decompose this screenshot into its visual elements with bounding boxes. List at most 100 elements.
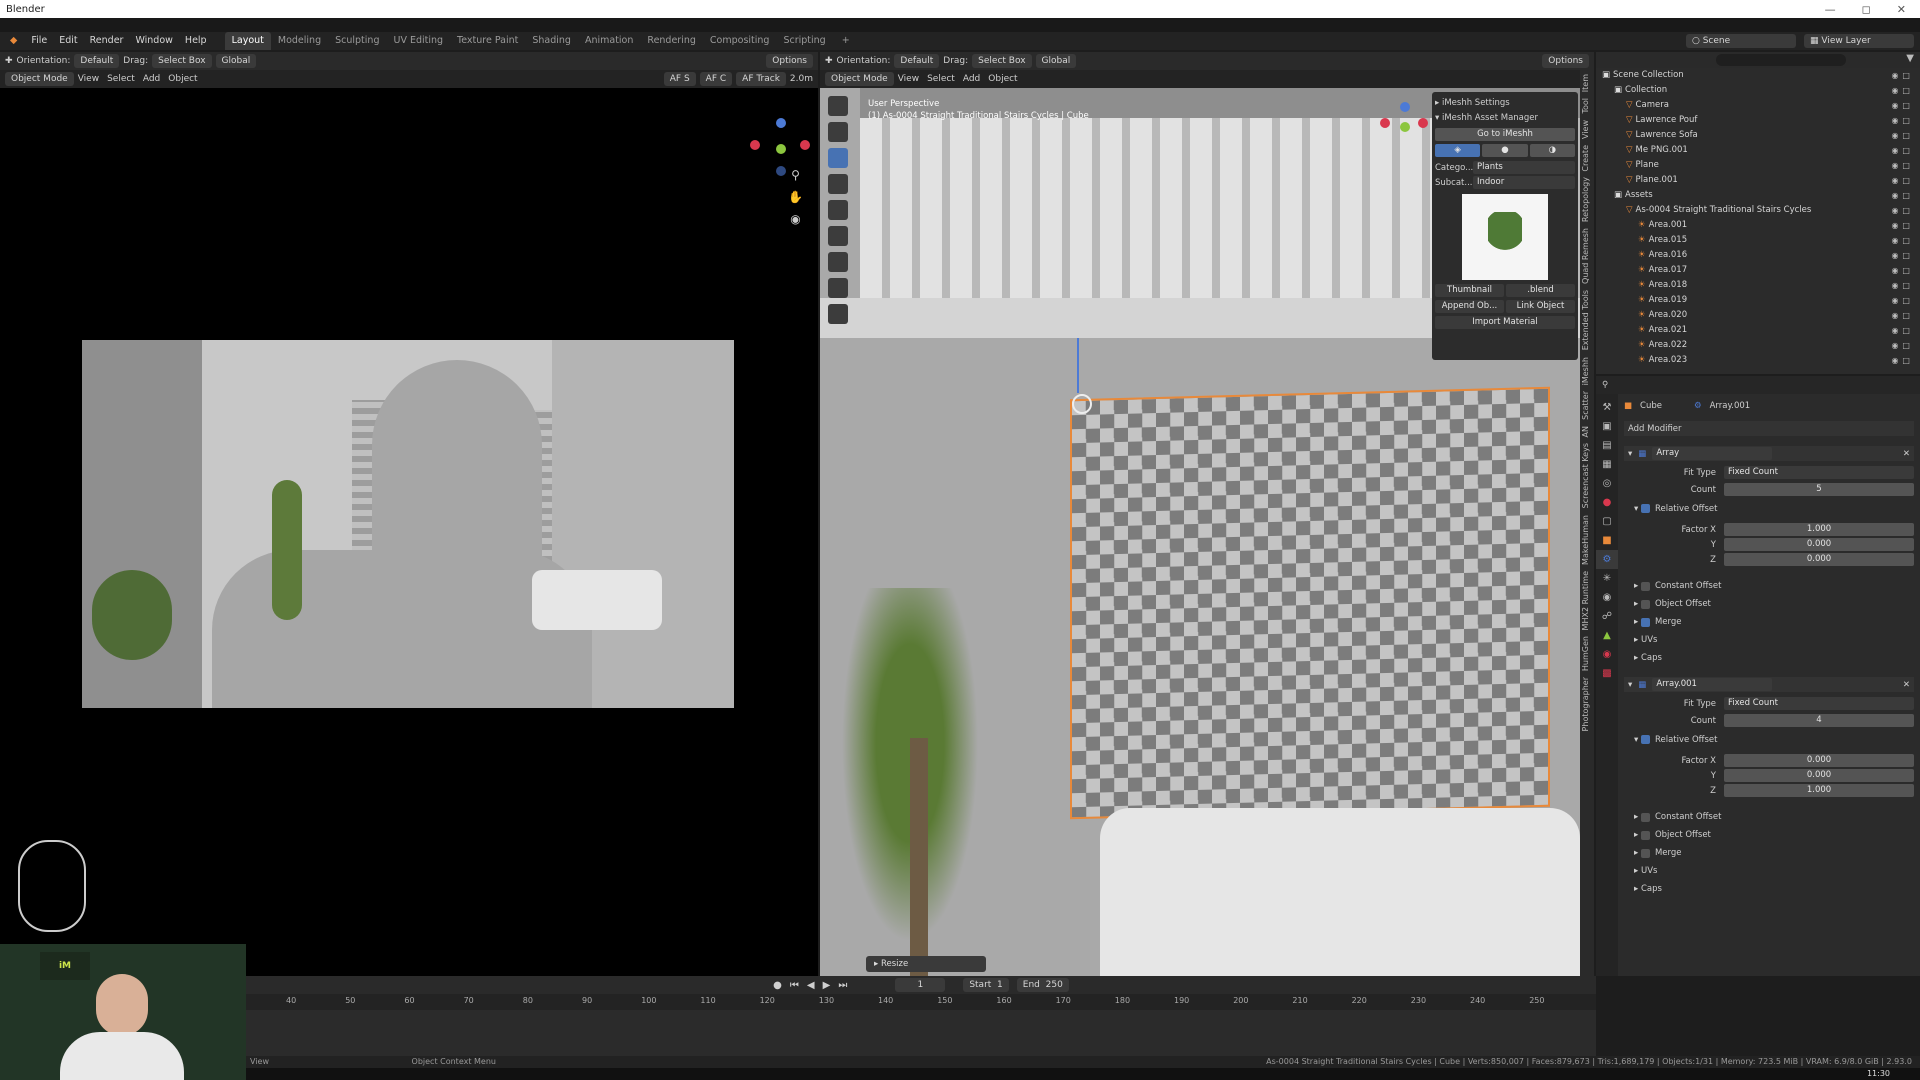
tab-scripting[interactable]: Scripting [776, 32, 832, 50]
gizmo-right-z[interactable] [1400, 102, 1410, 112]
scene-selector[interactable]: ○ Scene [1686, 34, 1796, 48]
particles-tab-icon[interactable]: ✳ [1596, 569, 1618, 588]
visibility-eye-icon[interactable]: ◉□ [1891, 83, 1914, 98]
view-layer-tab-icon[interactable]: ▦ [1596, 455, 1618, 474]
af-track-button[interactable]: AF Track [736, 72, 786, 86]
menu-window[interactable]: Window [129, 32, 178, 50]
tab-sculpting[interactable]: Sculpting [328, 32, 386, 50]
af-c-button[interactable]: AF C [699, 72, 733, 86]
sidebar-tab-retopology[interactable]: Retopology [1581, 177, 1590, 222]
tab-compositing[interactable]: Compositing [703, 32, 777, 50]
close-icon[interactable]: ✕ [1897, 3, 1906, 16]
sidebar-tab-screencast-keys[interactable]: Screencast Keys [1581, 443, 1590, 508]
play-icon[interactable]: ▶ [823, 980, 831, 991]
select-tool-icon[interactable] [828, 96, 848, 116]
expand-icon[interactable]: ▸ [1634, 617, 1641, 627]
import-material-button[interactable]: Import Material [1435, 316, 1575, 329]
subpanel-uvs[interactable]: ▸ UVs [1624, 631, 1914, 649]
outliner-row[interactable]: ▽ Lawrence Pouf ◉□ [1596, 113, 1920, 128]
asset-type-models-icon[interactable]: ◈ [1435, 144, 1481, 157]
transform-icon-right[interactable]: ✚ [825, 56, 833, 66]
move-tool-icon[interactable] [828, 148, 848, 168]
array-cube-wall-panel[interactable] [1070, 386, 1550, 820]
outliner-row[interactable]: ▣ Scene Collection ◉□ [1596, 68, 1920, 83]
tab-rendering[interactable]: Rendering [640, 32, 703, 50]
object-tab-icon[interactable]: ■ [1596, 531, 1618, 550]
blend-button[interactable]: .blend [1506, 284, 1575, 297]
modifier-header[interactable]: ▾ ▦ Array ✕ [1624, 446, 1914, 461]
world-tab-icon[interactable]: ● [1596, 493, 1618, 512]
subpanel-constant-offset[interactable]: ▸ Constant Offset [1624, 808, 1914, 826]
relative-offset-checkbox[interactable] [1640, 504, 1650, 513]
sidebar-tab-view[interactable]: View [1581, 120, 1590, 139]
outliner-row[interactable]: ☀ Area.020 ◉□ [1596, 308, 1920, 323]
operator-redo-panel[interactable]: ▸ Resize [866, 956, 986, 972]
visibility-eye-icon[interactable]: ◉□ [1891, 128, 1914, 143]
visibility-eye-icon[interactable]: ◉□ [1891, 353, 1914, 368]
subpanel-constant-offset[interactable]: ▸ Constant Offset [1624, 577, 1914, 595]
add-cube-tool-icon[interactable] [828, 304, 848, 324]
factor-x-field[interactable]: 1.000 [1724, 523, 1914, 536]
menu-render[interactable]: Render [84, 32, 130, 50]
outliner-row[interactable]: ▽ Me PNG.001 ◉□ [1596, 143, 1920, 158]
menu-file[interactable]: File [25, 32, 53, 50]
fit-type-dropdown[interactable]: Fixed Count [1724, 466, 1914, 479]
zoom-icon[interactable]: ⚲ [788, 164, 803, 186]
camera-view[interactable] [82, 340, 734, 708]
count-field[interactable]: 4 [1724, 714, 1914, 727]
factor-z-field[interactable]: 1.000 [1724, 784, 1914, 797]
tab-modeling[interactable]: Modeling [271, 32, 328, 50]
visibility-eye-icon[interactable]: ◉□ [1891, 188, 1914, 203]
outliner-row[interactable]: ☀ Area.022 ◉□ [1596, 338, 1920, 353]
add-workspace-icon[interactable]: + [835, 32, 857, 50]
output-tab-icon[interactable]: ▤ [1596, 436, 1618, 455]
gizmo-right-x[interactable] [1380, 118, 1390, 128]
sidebar-tab-tool[interactable]: Tool [1581, 98, 1590, 114]
pan-hand-icon[interactable]: ✋ [788, 186, 803, 208]
gizmo-z-neg-axis[interactable] [776, 166, 786, 176]
right-menu-add[interactable]: Add [963, 74, 980, 84]
goto-imeshh-button[interactable]: Go to iMeshh [1435, 128, 1575, 141]
search-icon[interactable]: ⚲ [1602, 380, 1608, 390]
filter-icon[interactable]: ▼ [1906, 53, 1914, 64]
subcategory-dropdown[interactable]: Indoor [1473, 176, 1575, 189]
left-menu-object[interactable]: Object [168, 74, 197, 84]
maximize-icon[interactable]: ◻ [1862, 3, 1871, 16]
subpanel-uvs[interactable]: ▸ UVs [1624, 862, 1914, 880]
gizmo-x-neg-axis[interactable] [800, 140, 810, 150]
transform-orientation-right[interactable]: Global [1035, 54, 1077, 68]
tab-animation[interactable]: Animation [578, 32, 640, 50]
jump-end-icon[interactable]: ⏭ [838, 980, 847, 991]
options-dropdown-right[interactable]: Options [1542, 54, 1589, 68]
factor-z-field[interactable]: 0.000 [1724, 553, 1914, 566]
expand-icon[interactable]: ▸ [1634, 599, 1641, 609]
subpanel-caps[interactable]: ▸ Caps [1624, 880, 1914, 898]
collection-tab-icon[interactable]: ▢ [1596, 512, 1618, 531]
gizmo-right-y[interactable] [1400, 122, 1410, 132]
tab-layout[interactable]: Layout [224, 32, 271, 50]
gizmo-x-axis[interactable] [750, 140, 760, 150]
mode-dropdown-right[interactable]: Object Mode [825, 72, 894, 86]
sidebar-tab-an[interactable]: AN [1581, 426, 1590, 437]
asset-type-materials-icon[interactable]: ● [1482, 144, 1528, 157]
outliner-row[interactable]: ▽ Camera ◉□ [1596, 98, 1920, 113]
rotate-tool-icon[interactable] [828, 174, 848, 194]
expand-icon[interactable]: ▸ [1634, 581, 1641, 591]
transform-tool-icon[interactable] [828, 226, 848, 246]
view-layer-selector[interactable]: ▦ View Layer [1804, 34, 1914, 48]
asset-type-hdri-icon[interactable]: ◑ [1529, 144, 1575, 157]
subpanel-merge[interactable]: ▸ Merge [1624, 613, 1914, 631]
menu-edit[interactable]: Edit [53, 32, 83, 50]
record-icon[interactable]: ● [773, 980, 782, 991]
sidebar-tab-makehuman[interactable]: MakeHuman [1581, 515, 1590, 565]
visibility-eye-icon[interactable]: ◉□ [1891, 323, 1914, 338]
tab-shading[interactable]: Shading [525, 32, 578, 50]
right-menu-select[interactable]: Select [927, 74, 955, 84]
mode-dropdown[interactable]: Object Mode [5, 72, 74, 86]
outliner-row[interactable]: ▣ Assets ◉□ [1596, 188, 1920, 203]
sidebar-tab-photographer[interactable]: Photographer [1581, 677, 1590, 731]
sidebar-tab-imeshh[interactable]: iMeshh [1581, 357, 1590, 385]
append-object-button[interactable]: Append Ob... [1435, 300, 1504, 313]
jump-start-icon[interactable]: ⏮ [790, 980, 799, 991]
subpanel-checkbox[interactable] [1640, 830, 1650, 840]
